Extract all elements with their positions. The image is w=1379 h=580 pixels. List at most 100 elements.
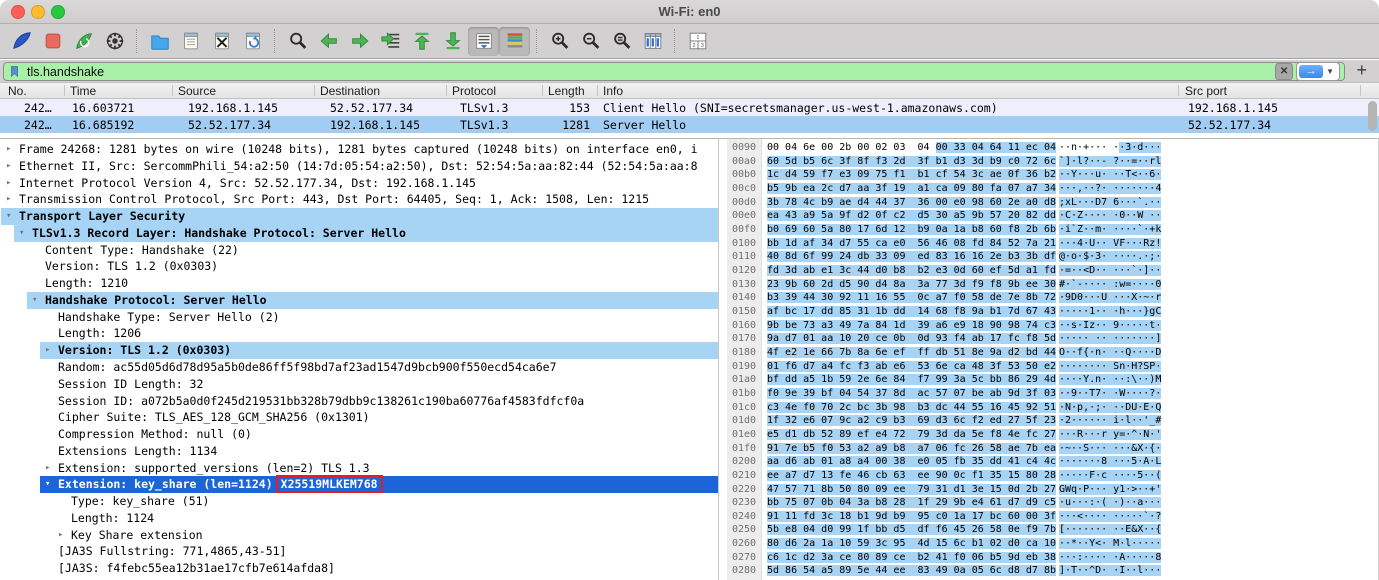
column-header-protocol[interactable]: Protocol xyxy=(452,84,496,98)
hex-row[interactable]: 01d01f 32 e6 07 9c a2 c9 b3 69 d3 6c f2 … xyxy=(727,414,1378,428)
hex-row[interactable]: 013023 9b 60 2d d5 90 d4 8a 3a 77 3d f9 … xyxy=(727,278,1378,292)
expander-open-icon[interactable]: ▾ xyxy=(32,292,37,309)
expander-closed-icon[interactable]: ▸ xyxy=(45,460,50,477)
column-divider[interactable] xyxy=(314,85,315,96)
hex-row[interactable]: 0150af bc 17 dd 85 31 1b dd 14 68 f8 9a … xyxy=(727,305,1378,319)
hex-row[interactable]: 01e0e5 d1 db 52 89 ef e4 72 79 3d da 5e … xyxy=(727,428,1378,442)
hex-row[interactable]: 0230bb 75 07 0b 04 3a b8 28 1f 29 9b e4 … xyxy=(727,496,1378,510)
tree-row[interactable]: ▸Internet Protocol Version 4, Src: 52.52… xyxy=(0,175,719,192)
hex-row[interactable]: 0270c6 1c d2 3a ce 80 89 ce b2 41 f0 06 … xyxy=(727,551,1378,565)
tree-row[interactable]: Extensions Length: 1134 xyxy=(0,443,719,460)
tree-row[interactable]: [JA3S Fullstring: 771,4865,43-51] xyxy=(0,543,719,560)
hex-ascii[interactable]: ·····F·c ····5··( xyxy=(1059,469,1161,483)
expander-closed-icon[interactable]: ▸ xyxy=(6,158,11,175)
tree-row[interactable]: [JA3S: f4febc55ea12b31ae17cfb7e614afda8] xyxy=(0,560,719,577)
expander-closed-icon[interactable]: ▸ xyxy=(58,527,63,544)
hex-row[interactable]: 02505b e8 04 d0 99 1f bb d5 df f6 45 26 … xyxy=(727,523,1378,537)
column-header-no-[interactable]: No. xyxy=(8,84,27,98)
column-divider[interactable] xyxy=(64,85,65,96)
expander-closed-icon[interactable]: ▸ xyxy=(45,342,50,359)
hex-bytes[interactable]: 5b e8 04 d0 99 1f bb d5 df f6 45 26 58 0… xyxy=(767,523,1056,537)
hex-ascii[interactable]: ]·T··^D· ·I··l··· xyxy=(1059,564,1161,578)
column-header-source[interactable]: Source xyxy=(178,84,216,98)
go-to-bottom-icon[interactable] xyxy=(437,27,468,56)
zoom-original-icon[interactable] xyxy=(606,27,637,56)
hex-ascii[interactable]: ·u···:·( ·)··a··· xyxy=(1059,496,1161,510)
reload-file-icon[interactable] xyxy=(237,27,268,56)
hex-bytes[interactable]: 1c d4 59 f7 e3 09 75 f1 b1 cf 54 3c ae 0… xyxy=(767,168,1056,182)
layout-icon[interactable]: 123 xyxy=(682,27,713,56)
hex-row[interactable]: 01804f e2 1e 66 7b 8a 6e ef ff db 51 8e … xyxy=(727,346,1378,360)
hex-row[interactable]: 01a0bf dd a5 1b 59 2e 6e 84 f7 99 3a 5c … xyxy=(727,373,1378,387)
tree-row[interactable]: ▾Extension: key_share (len=1124)X25519ML… xyxy=(0,476,719,493)
hex-bytes[interactable]: 00 04 6e 00 2b 00 02 03 04 00 33 04 64 1… xyxy=(767,141,1056,155)
hex-bytes[interactable]: af bc 17 dd 85 31 1b dd 14 68 f8 9a b1 7… xyxy=(767,305,1056,319)
hex-row[interactable]: 0210ee a7 d7 13 fe 46 cb 63 ee 90 0c f1 … xyxy=(727,469,1378,483)
tree-row[interactable]: Handshake Type: Server Hello (2) xyxy=(0,309,719,326)
hex-ascii[interactable]: ·N·p,·;· ··DU·E·Q xyxy=(1059,401,1161,415)
tree-row[interactable]: ▾TLSv1.3 Record Layer: Handshake Protoco… xyxy=(0,225,719,242)
go-to-top-icon[interactable] xyxy=(406,27,437,56)
hex-ascii[interactable]: ·······8 ···5·A·L xyxy=(1059,455,1161,469)
display-filter-input[interactable]: tls.handshake ✕ → ▼ xyxy=(3,62,1345,81)
expander-open-icon[interactable]: ▾ xyxy=(6,208,11,225)
save-file-icon[interactable] xyxy=(175,27,206,56)
column-divider[interactable] xyxy=(446,85,447,96)
column-header-info[interactable]: Info xyxy=(603,84,623,98)
tree-row[interactable]: Cipher Suite: TLS_AES_128_GCM_SHA256 (0x… xyxy=(0,409,719,426)
column-header-length[interactable]: Length xyxy=(548,84,594,98)
hex-row[interactable]: 022047 57 71 8b 50 80 09 ee 79 31 d1 3e … xyxy=(727,483,1378,497)
hex-row[interactable]: 02805d 86 54 a5 89 5e 44 ee 83 49 0a 05 … xyxy=(727,564,1378,578)
colorize-icon[interactable] xyxy=(499,27,530,56)
packet-row[interactable]: 242…16.603721192.168.1.14552.52.177.34TL… xyxy=(0,99,1379,116)
hex-ascii[interactable]: GWq·P··· y1·>··+' xyxy=(1059,483,1161,497)
tree-row[interactable]: Length: 1206 xyxy=(0,325,719,342)
hex-row[interactable]: 01b0f0 9e 39 bf 04 54 37 8d ac 57 07 be … xyxy=(727,387,1378,401)
hex-ascii[interactable]: ·~··S··· ···&X·{· xyxy=(1059,442,1161,456)
hex-ascii[interactable]: ··s·Iz·· 9·····t· xyxy=(1059,319,1161,333)
hex-ascii[interactable]: ···4·U·· VF···Rz! xyxy=(1059,237,1161,251)
hex-ascii[interactable]: ··9··T7· ·W····?· xyxy=(1059,387,1161,401)
tree-row[interactable]: Content Type: Handshake (22) xyxy=(0,242,719,259)
hex-row[interactable]: 026080 d6 2a 1a 10 59 3c 95 4d 15 6c b1 … xyxy=(727,537,1378,551)
hex-bytes[interactable]: 60 5d b5 6c 3f 8f f3 2d 3f b1 d3 3d b9 c… xyxy=(767,155,1056,169)
column-divider[interactable] xyxy=(1360,85,1361,96)
hex-row[interactable]: 01609b be 73 a3 49 7a 84 1d 39 a6 e9 18 … xyxy=(727,319,1378,333)
filter-clear-button[interactable]: ✕ xyxy=(1275,63,1293,80)
expander-open-icon[interactable]: ▾ xyxy=(45,476,50,493)
stop-capture-icon[interactable] xyxy=(37,27,68,56)
hex-ascii[interactable]: ····Y.n· ··:\··)M xyxy=(1059,373,1161,387)
auto-scroll-icon[interactable] xyxy=(468,27,499,56)
open-file-icon[interactable] xyxy=(144,27,175,56)
hex-ascii[interactable]: ···<···· ·····`·? xyxy=(1059,510,1161,524)
hex-bytes[interactable]: c3 4e f0 70 2c bc 3b 98 b3 dc 44 55 16 4… xyxy=(767,401,1056,415)
hex-bytes[interactable]: 9a d7 01 aa 10 20 ce 0b 0d 93 f4 ab 17 f… xyxy=(767,332,1056,346)
resize-columns-icon[interactable] xyxy=(637,27,668,56)
hex-ascii[interactable]: ·i`Z··m· ····`·+k xyxy=(1059,223,1161,237)
hex-row[interactable]: 00a060 5d b5 6c 3f 8f f3 2d 3f b1 d3 3d … xyxy=(727,155,1378,169)
close-file-icon[interactable] xyxy=(206,27,237,56)
column-divider[interactable] xyxy=(597,85,598,96)
hex-ascii[interactable]: ··*··Y<· M·l····· xyxy=(1059,537,1161,551)
hex-ascii[interactable]: ···:···· ·A·····8 xyxy=(1059,551,1161,565)
hex-bytes[interactable]: bb 1d af 34 d7 55 ca e0 56 46 08 fd 84 5… xyxy=(767,237,1056,251)
filter-add-button[interactable]: + xyxy=(1356,60,1367,81)
hex-row[interactable]: 0140b3 39 44 30 92 11 16 55 0c a7 f0 58 … xyxy=(727,291,1378,305)
tree-row[interactable]: Length: 1124 xyxy=(0,510,719,527)
hex-ascii[interactable]: ····· ·· ·······] xyxy=(1059,332,1161,346)
hex-row[interactable]: 00f0b0 69 60 5a 80 17 6d 12 b9 0a 1a b8 … xyxy=(727,223,1378,237)
hex-ascii[interactable]: ··n·+··· ··3·d··· xyxy=(1059,141,1161,155)
hex-bytes[interactable]: 3b 78 4c b9 ae d4 44 37 36 00 e0 98 60 2… xyxy=(767,196,1056,210)
hex-bytes[interactable]: aa d6 ab 01 a8 a4 00 38 e0 05 fb 35 dd 4… xyxy=(767,455,1056,469)
hex-ascii[interactable]: ··Y···u· ··T<··6· xyxy=(1059,168,1161,182)
hex-bytes[interactable]: 23 9b 60 2d d5 90 d4 8a 3a 77 3d f9 f8 9… xyxy=(767,278,1056,292)
tree-row[interactable]: ▸Extension: supported_versions (len=2) T… xyxy=(0,460,719,477)
hex-bytes[interactable]: bf dd a5 1b 59 2e 6e 84 f7 99 3a 5c bb 8… xyxy=(767,373,1056,387)
column-divider[interactable] xyxy=(542,85,543,96)
tree-row[interactable]: Length: 1210 xyxy=(0,275,719,292)
tree-row[interactable]: Random: ac55d05d6d78d95a5b0de86ff5f98bd7… xyxy=(0,359,719,376)
wireshark-start-capture-icon[interactable] xyxy=(6,27,37,56)
tree-row[interactable]: ▸Ethernet II, Src: SercommPhili_54:a2:50… xyxy=(0,158,719,175)
hex-bytes[interactable]: fd 3d ab e1 3c 44 d0 b8 b2 e3 0d 60 ef 5… xyxy=(767,264,1056,278)
hex-ascii[interactable]: @·o·$·3· ····.·;· xyxy=(1059,250,1161,264)
